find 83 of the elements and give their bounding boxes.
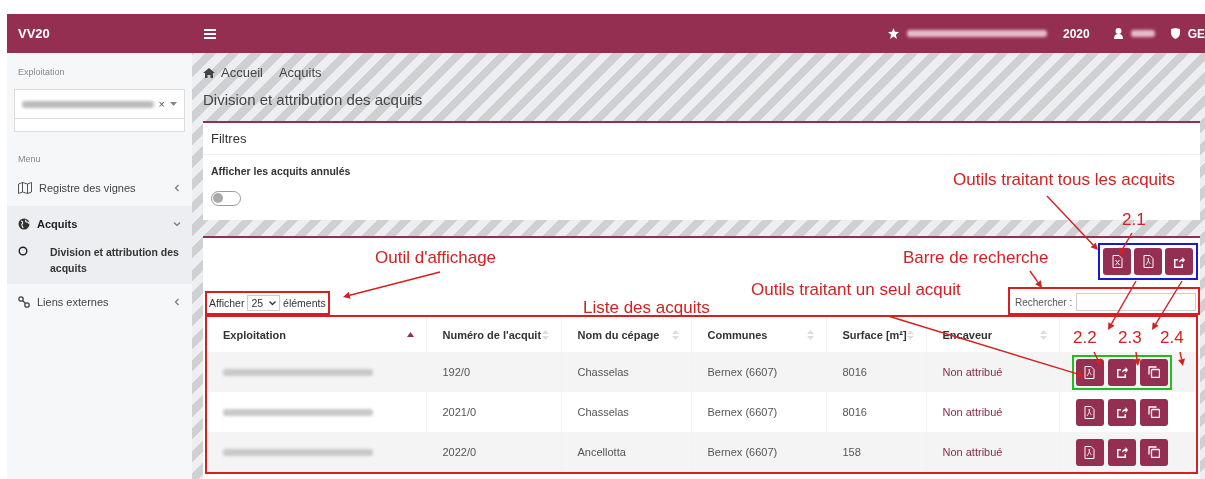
- length-label: Afficher: [209, 297, 245, 309]
- annotation-label: 2.4: [1160, 328, 1184, 348]
- toggle-switch[interactable]: [211, 191, 241, 206]
- search-field[interactable]: [1076, 293, 1196, 311]
- copy-icon: [1147, 366, 1160, 378]
- annotation-label: Outil d'affichage: [375, 248, 497, 268]
- copy-button[interactable]: [1139, 438, 1168, 466]
- copy-icon: [1147, 446, 1160, 458]
- table-cell: Ancellotta: [561, 432, 691, 473]
- caret-icon: [170, 102, 177, 106]
- home-icon: [203, 67, 215, 78]
- annotation-label: Outils traitant tous les acquits: [953, 170, 1176, 190]
- pdf-button[interactable]: [1075, 358, 1104, 386]
- pdf-button[interactable]: [1075, 438, 1104, 466]
- menu-item[interactable]: Registre des vignes: [7, 170, 192, 206]
- annotation-arrow: [1093, 351, 1101, 366]
- card-title: Filtres: [203, 123, 1200, 155]
- annotation-arrow: [1178, 351, 1185, 366]
- blurred-text: [1130, 30, 1155, 37]
- globe-icon: [18, 218, 30, 230]
- annotation-label: 2.3: [1118, 328, 1142, 348]
- table-cell: Bernex (6607): [691, 432, 826, 473]
- app-logo[interactable]: VV20: [7, 26, 192, 41]
- share-icon: [1115, 446, 1128, 458]
- search-label: Rechercher :: [1015, 296, 1073, 308]
- pdf-file-icon: [1084, 365, 1095, 379]
- annotation-label: Barre de recherche: [903, 248, 1049, 268]
- share-button[interactable]: [1107, 438, 1136, 466]
- annotation-label: Outils traitant un seul acquit: [751, 280, 961, 300]
- pdf-export-button[interactable]: [1134, 248, 1162, 275]
- menu-item[interactable]: Acquits: [7, 206, 192, 242]
- pdf-file-icon: [1084, 445, 1095, 459]
- breadcrumb-link[interactable]: Accueil: [221, 65, 263, 80]
- annotation-label: Liste des acquits: [583, 298, 710, 318]
- pdf-file-icon: [1142, 255, 1154, 268]
- table-cell: 2022/0: [426, 432, 561, 473]
- length-label: éléments: [283, 297, 326, 309]
- table-cell: Non attribué: [926, 352, 1059, 392]
- annotation-arrow: [1046, 195, 1098, 250]
- copy-icon: [1147, 406, 1160, 418]
- copy-button[interactable]: [1139, 358, 1168, 386]
- link-icon: [18, 296, 30, 308]
- table-cell: Chasselas: [561, 352, 691, 392]
- share-button[interactable]: [1107, 358, 1136, 386]
- table-cell: 158: [826, 432, 926, 473]
- shield-icon: [1170, 28, 1180, 39]
- share-button[interactable]: [1165, 248, 1193, 275]
- section-label: Menu: [17, 153, 42, 164]
- menu-icon[interactable]: [204, 28, 216, 39]
- table-cell: Bernex (6607): [691, 352, 826, 392]
- annotation-label: 2.2: [1073, 328, 1097, 348]
- share-button[interactable]: [1107, 398, 1136, 426]
- spreadsheet-file-icon: [1111, 255, 1123, 268]
- pdf-file-icon: [1084, 405, 1095, 419]
- submenu-item[interactable]: Division et attribution des acquits: [7, 242, 192, 284]
- table-cell: 192/0: [426, 352, 561, 392]
- annotation-arrow: [1119, 232, 1133, 255]
- exploitation-select[interactable]: ×: [14, 89, 185, 119]
- user-icon: [1113, 28, 1123, 39]
- excel-export-button[interactable]: [1103, 248, 1131, 275]
- share-icon: [1173, 255, 1185, 268]
- sort-icon[interactable]: [406, 332, 414, 337]
- circle-icon: [18, 246, 28, 256]
- page-length-select[interactable]: 25: [247, 295, 281, 311]
- role-label[interactable]: GE: [1187, 26, 1205, 41]
- pdf-button[interactable]: [1075, 398, 1104, 426]
- menu-item[interactable]: Liens externes: [7, 284, 192, 320]
- section-label: Exploitation: [17, 66, 66, 77]
- breadcrumb-link[interactable]: Acquits: [278, 65, 322, 80]
- toggle-label: Afficher les acquits annulés: [211, 165, 352, 177]
- table-cell: 8016: [826, 352, 926, 392]
- copy-button[interactable]: [1139, 398, 1168, 426]
- star-icon: [887, 28, 899, 39]
- annotation-label: 2.1: [1122, 210, 1146, 230]
- chevron-icon: [269, 300, 277, 306]
- year-label[interactable]: 2020: [1062, 26, 1090, 41]
- share-icon: [1115, 366, 1128, 378]
- clear-label: ×: [158, 98, 165, 110]
- share-icon: [1115, 406, 1128, 418]
- table-cell: Non attribué: [926, 432, 1059, 473]
- page-title: Division et attribution des acquits: [203, 91, 424, 108]
- annotation-arrow: [1133, 351, 1141, 366]
- map-icon: [18, 182, 32, 194]
